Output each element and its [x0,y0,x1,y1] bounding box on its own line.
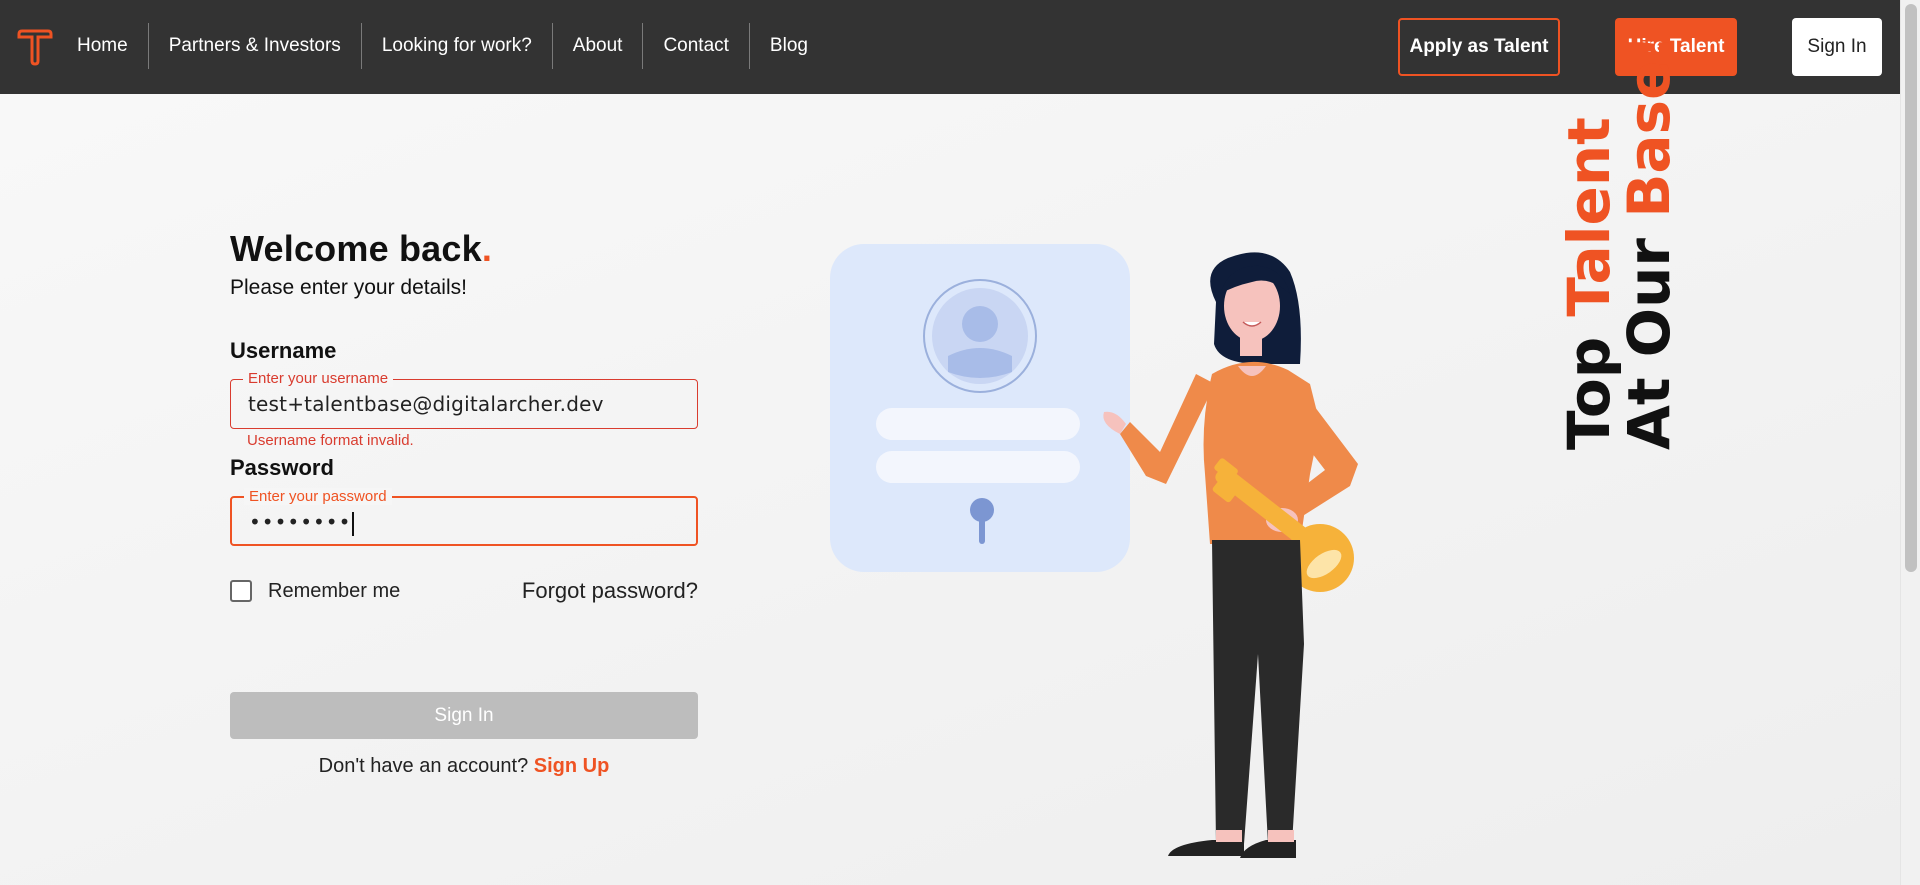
remember-forgot-row: Remember me Forgot password? [230,578,698,604]
forgot-password-link[interactable]: Forgot password? [522,578,698,604]
username-label: Username [230,338,337,363]
nav-sign-in-button[interactable]: Sign In [1792,18,1882,76]
talentbase-logo-icon[interactable] [16,28,54,66]
nav-partners-link[interactable]: Partners & Investors [149,23,362,69]
nav-home-link[interactable]: Home [57,23,149,69]
nav-about-link[interactable]: About [553,23,644,69]
text-caret [352,511,354,536]
nav-links: Home Partners & Investors Looking for wo… [57,23,828,69]
title-accent-dot: . [481,228,493,269]
remember-me-checkbox[interactable] [230,580,252,602]
username-placeholder-legend: Enter your username [243,370,394,387]
login-illustration [830,244,1358,858]
woman-with-key-icon [1103,252,1358,858]
nav-blog-link[interactable]: Blog [750,23,828,69]
password-placeholder-legend: Enter your password [244,488,392,505]
page-subtitle: Please enter your details! [230,276,467,299]
login-form: Welcome back. Please enter your details!… [230,228,698,778]
sign-up-link[interactable]: Sign Up [534,755,610,777]
scrollbar-thumb[interactable] [1905,4,1917,572]
nav-contact-link[interactable]: Contact [643,23,750,69]
apply-as-talent-button[interactable]: Apply as Talent [1398,18,1560,76]
username-field[interactable]: Enter your username test+talentbase@digi… [230,370,698,429]
no-account-text: Don't have an account? [318,755,529,777]
tagline-line-2: At Our Base! [1615,34,1683,450]
signup-prompt: Don't have an account? Sign Up [230,755,698,778]
password-input-value[interactable]: •••••••• [249,510,354,536]
tagline-line-1: Top Talent [1555,117,1623,450]
username-error-message: Username format invalid. [247,432,414,449]
remember-me-label: Remember me [268,579,401,602]
nav-looking-for-work-link[interactable]: Looking for work? [362,23,553,69]
password-field[interactable]: Enter your password •••••••• [230,488,698,546]
profile-card-icon [830,244,1130,572]
password-label: Password [230,455,334,480]
username-input-value[interactable]: test+talentbase@digitalarcher.dev [248,392,604,416]
page-scrollbar[interactable] [1900,0,1920,885]
remember-me[interactable]: Remember me [230,580,400,603]
page-title: Welcome back. [230,228,493,269]
sign-in-button[interactable]: Sign In [230,692,698,739]
